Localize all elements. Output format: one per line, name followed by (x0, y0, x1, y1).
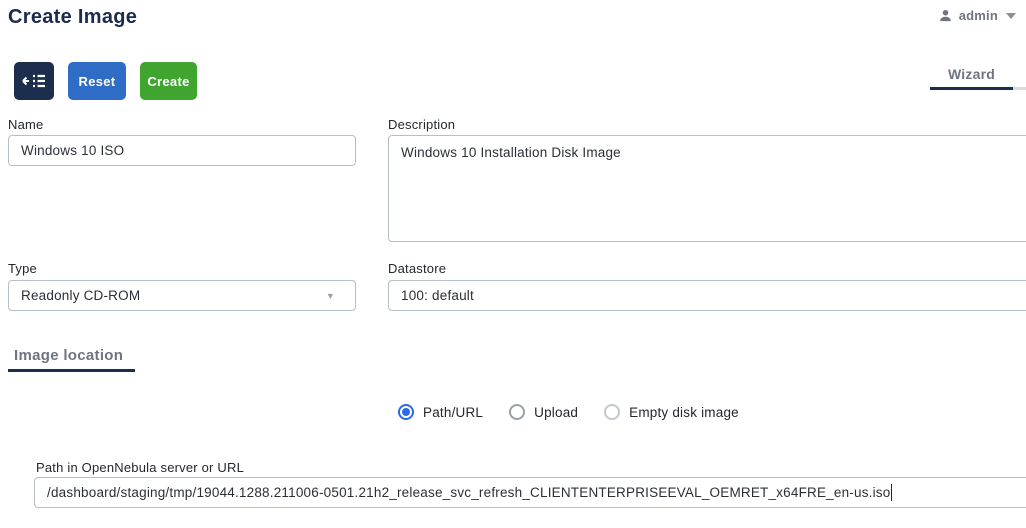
type-select[interactable]: Readonly CD-ROM ▼ (8, 280, 356, 311)
radio-unselected-icon (604, 404, 620, 420)
caret-down-icon (1006, 13, 1016, 19)
radio-selected-icon (398, 404, 414, 420)
radio-unselected-icon (509, 404, 525, 420)
path-input[interactable]: /dashboard/staging/tmp/19044.1288.211006… (34, 477, 1026, 508)
radio-upload[interactable]: Upload (509, 404, 578, 420)
image-location-radio-group: Path/URL Upload Empty disk image (398, 404, 739, 420)
page-title: Create Image (8, 6, 137, 29)
back-to-list-button[interactable] (14, 62, 54, 100)
name-input[interactable] (8, 135, 356, 166)
text-cursor (891, 484, 892, 501)
description-textarea[interactable]: Windows 10 Installation Disk Image (388, 135, 1026, 242)
type-select-value: Readonly CD-ROM (21, 288, 140, 303)
user-menu[interactable]: admin (938, 8, 1016, 23)
user-icon (938, 8, 953, 23)
create-image-page: Create Image admin Reset Create W (0, 0, 1026, 528)
back-to-list-icon (22, 73, 46, 89)
radio-path-url[interactable]: Path/URL (398, 404, 483, 420)
username-label: admin (959, 8, 998, 23)
tab-bar: Wizard (930, 62, 1026, 90)
select-caret-icon: ▼ (326, 291, 335, 301)
path-label: Path in OpenNebula server or URL (36, 460, 244, 475)
radio-empty-disk-image[interactable]: Empty disk image (604, 404, 739, 420)
section-underline (8, 369, 135, 372)
description-label: Description (388, 117, 455, 132)
section-title-image-location: Image location (14, 347, 123, 364)
datastore-label: Datastore (388, 261, 446, 276)
path-input-value: /dashboard/staging/tmp/19044.1288.211006… (47, 485, 890, 500)
datastore-input[interactable] (388, 280, 1026, 311)
name-label: Name (8, 117, 43, 132)
type-label: Type (8, 261, 37, 276)
create-button[interactable]: Create (140, 62, 197, 100)
reset-button[interactable]: Reset (68, 62, 126, 100)
tab-wizard[interactable]: Wizard (930, 62, 1013, 90)
